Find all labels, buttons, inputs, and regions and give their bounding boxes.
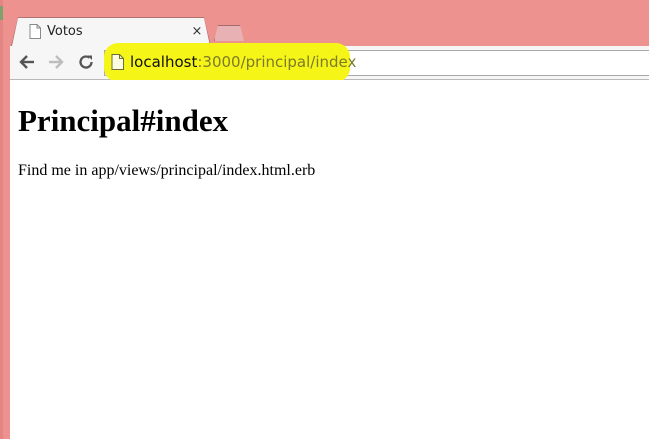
url-path: :3000/principal/index — [197, 53, 357, 71]
close-icon[interactable]: × — [190, 24, 204, 40]
forward-arrow-icon[interactable] — [46, 52, 66, 72]
window-left-edge — [0, 0, 3, 439]
back-arrow-icon[interactable] — [17, 52, 37, 72]
page-icon — [29, 24, 41, 39]
reload-icon[interactable] — [76, 52, 96, 72]
tab-votos[interactable] — [12, 18, 210, 46]
page-title: Principal#index — [18, 103, 229, 138]
window-left-mark — [0, 6, 3, 20]
page-paragraph: Find me in app/views/principal/index.htm… — [18, 162, 316, 179]
url-host: localhost — [130, 53, 198, 71]
page-icon — [111, 54, 124, 70]
url-text[interactable]: localhost:3000/principal/index — [130, 53, 356, 72]
tab-title: Votos — [47, 24, 83, 39]
